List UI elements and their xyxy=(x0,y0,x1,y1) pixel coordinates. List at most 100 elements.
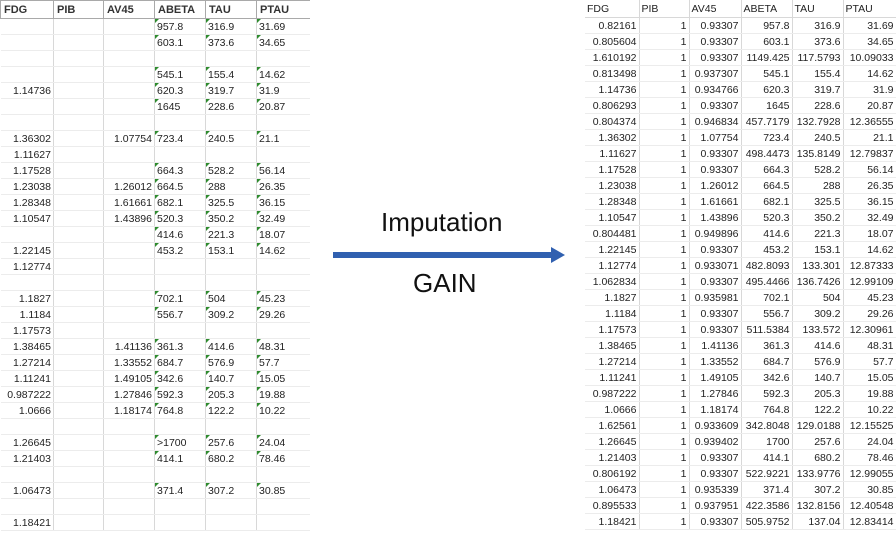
raw-data-cell[interactable] xyxy=(205,146,257,163)
raw-data-cell[interactable] xyxy=(0,98,54,115)
imputed-data-cell[interactable]: 1 xyxy=(639,17,690,34)
raw-data-cell[interactable]: 1.14736 xyxy=(0,82,54,99)
raw-data-cell[interactable]: 30.85 xyxy=(256,482,310,499)
raw-data-cell[interactable] xyxy=(205,50,257,67)
imputed-data-cell[interactable]: 12.36555 xyxy=(843,113,896,130)
raw-data-cell[interactable] xyxy=(53,82,104,99)
imputed-data-cell[interactable]: 1 xyxy=(639,81,690,98)
raw-header-av45[interactable]: AV45 xyxy=(103,0,155,19)
imputed-data-cell[interactable]: 12.83414 xyxy=(843,513,896,530)
raw-data-cell[interactable]: 1.22145 xyxy=(0,242,54,259)
imputed-data-cell[interactable]: 1 xyxy=(639,97,690,114)
raw-data-cell[interactable] xyxy=(154,258,206,275)
raw-data-cell[interactable]: 1.33552 xyxy=(103,354,155,371)
imputed-data-cell[interactable]: 1.41136 xyxy=(689,337,742,354)
raw-data-cell[interactable]: 682.1 xyxy=(154,194,206,211)
imputed-data-cell[interactable]: 0.946834 xyxy=(689,113,742,130)
imputed-data-cell[interactable]: 0.804481 xyxy=(585,225,640,242)
raw-data-cell[interactable] xyxy=(53,50,104,67)
imputed-data-cell[interactable]: 1 xyxy=(639,273,690,290)
imputed-data-cell[interactable]: 1149.425 xyxy=(741,49,793,66)
raw-data-cell[interactable]: 520.3 xyxy=(154,210,206,227)
raw-data-cell[interactable] xyxy=(53,418,104,435)
imputed-data-cell[interactable]: 24.04 xyxy=(843,433,896,450)
raw-data-cell[interactable] xyxy=(103,290,155,307)
raw-data-cell[interactable]: 56.14 xyxy=(256,162,310,179)
raw-data-cell[interactable]: 414.6 xyxy=(154,226,206,243)
imputed-data-cell[interactable]: 30.85 xyxy=(843,481,896,498)
raw-data-cell[interactable] xyxy=(103,66,155,83)
raw-data-cell[interactable]: 31.9 xyxy=(256,82,310,99)
raw-data-cell[interactable] xyxy=(53,98,104,115)
imputed-data-cell[interactable]: 240.5 xyxy=(792,129,844,146)
imputed-data-cell[interactable]: 1.21403 xyxy=(585,449,640,466)
imputed-data-cell[interactable]: 702.1 xyxy=(741,289,793,306)
raw-data-cell[interactable]: 153.1 xyxy=(205,242,257,259)
raw-data-cell[interactable] xyxy=(256,50,310,67)
raw-data-cell[interactable]: 1.10547 xyxy=(0,210,54,227)
raw-data-cell[interactable] xyxy=(103,162,155,179)
imputed-data-cell[interactable]: 1.61661 xyxy=(689,193,742,210)
imputed-data-cell[interactable]: 682.1 xyxy=(741,193,793,210)
raw-data-cell[interactable]: 1.1184 xyxy=(0,306,54,323)
raw-data-cell[interactable]: 1645 xyxy=(154,98,206,115)
imputed-data-cell[interactable]: 45.23 xyxy=(843,289,896,306)
raw-data-cell[interactable] xyxy=(103,242,155,259)
raw-data-cell[interactable] xyxy=(0,418,54,435)
imputed-data-cell[interactable]: 0.949896 xyxy=(689,225,742,242)
imputed-data-cell[interactable]: 342.6 xyxy=(741,369,793,386)
raw-data-cell[interactable]: 316.9 xyxy=(205,18,257,35)
imputed-data-cell[interactable]: 135.8149 xyxy=(792,145,844,162)
imputed-data-cell[interactable]: 122.2 xyxy=(792,401,844,418)
raw-data-cell[interactable] xyxy=(103,82,155,99)
imputed-data-cell[interactable]: 620.3 xyxy=(741,81,793,98)
imputed-data-cell[interactable]: 0.937951 xyxy=(689,497,742,514)
raw-data-cell[interactable]: 1.28348 xyxy=(0,194,54,211)
raw-data-cell[interactable]: 21.1 xyxy=(256,130,310,147)
raw-data-cell[interactable]: 307.2 xyxy=(205,482,257,499)
raw-data-cell[interactable] xyxy=(205,274,257,291)
raw-data-cell[interactable]: 15.05 xyxy=(256,370,310,387)
raw-data-cell[interactable] xyxy=(53,354,104,371)
raw-data-cell[interactable] xyxy=(0,50,54,67)
imputed-data-cell[interactable]: 309.2 xyxy=(792,305,844,322)
raw-data-cell[interactable] xyxy=(53,514,104,531)
raw-data-cell[interactable]: 545.1 xyxy=(154,66,206,83)
imputed-data-cell[interactable]: 1 xyxy=(639,385,690,402)
raw-data-cell[interactable]: 764.8 xyxy=(154,402,206,419)
raw-data-cell[interactable] xyxy=(0,498,54,515)
raw-data-cell[interactable] xyxy=(53,370,104,387)
raw-data-cell[interactable] xyxy=(53,338,104,355)
imputed-data-cell[interactable]: 350.2 xyxy=(792,209,844,226)
imputed-data-cell[interactable]: 57.7 xyxy=(843,353,896,370)
imputed-data-cell[interactable]: 12.99055 xyxy=(843,465,896,482)
raw-data-cell[interactable]: 155.4 xyxy=(205,66,257,83)
imputed-data-cell[interactable]: 453.2 xyxy=(741,241,793,258)
imputed-data-cell[interactable]: 18.07 xyxy=(843,225,896,242)
raw-data-cell[interactable] xyxy=(0,18,54,35)
imputed-data-cell[interactable]: 482.8093 xyxy=(741,257,793,274)
raw-data-cell[interactable] xyxy=(53,210,104,227)
raw-header-tau[interactable]: TAU xyxy=(205,0,257,19)
imputed-data-cell[interactable]: 12.99109 xyxy=(843,273,896,290)
raw-data-cell[interactable] xyxy=(154,418,206,435)
imputed-data-cell[interactable]: 1 xyxy=(639,433,690,450)
raw-data-cell[interactable]: 205.3 xyxy=(205,386,257,403)
raw-data-cell[interactable]: 1.49105 xyxy=(103,370,155,387)
raw-data-cell[interactable]: 319.7 xyxy=(205,82,257,99)
imputed-data-cell[interactable]: 1.12774 xyxy=(585,257,640,274)
imputed-data-cell[interactable]: 10.09033 xyxy=(843,49,896,66)
imputed-header-tau[interactable]: TAU xyxy=(792,0,844,18)
raw-data-cell[interactable] xyxy=(205,498,257,515)
imputed-data-cell[interactable]: 1.36302 xyxy=(585,129,640,146)
raw-data-cell[interactable] xyxy=(205,322,257,339)
raw-data-cell[interactable] xyxy=(103,450,155,467)
imputed-data-cell[interactable]: 136.7426 xyxy=(792,273,844,290)
raw-header-ptau[interactable]: PTAU xyxy=(256,0,310,19)
raw-data-cell[interactable]: 342.6 xyxy=(154,370,206,387)
raw-data-cell[interactable] xyxy=(256,274,310,291)
raw-data-cell[interactable]: 1.17528 xyxy=(0,162,54,179)
raw-data-cell[interactable]: 1.61661 xyxy=(103,194,155,211)
imputed-data-cell[interactable]: 1 xyxy=(639,145,690,162)
raw-data-cell[interactable] xyxy=(103,98,155,115)
